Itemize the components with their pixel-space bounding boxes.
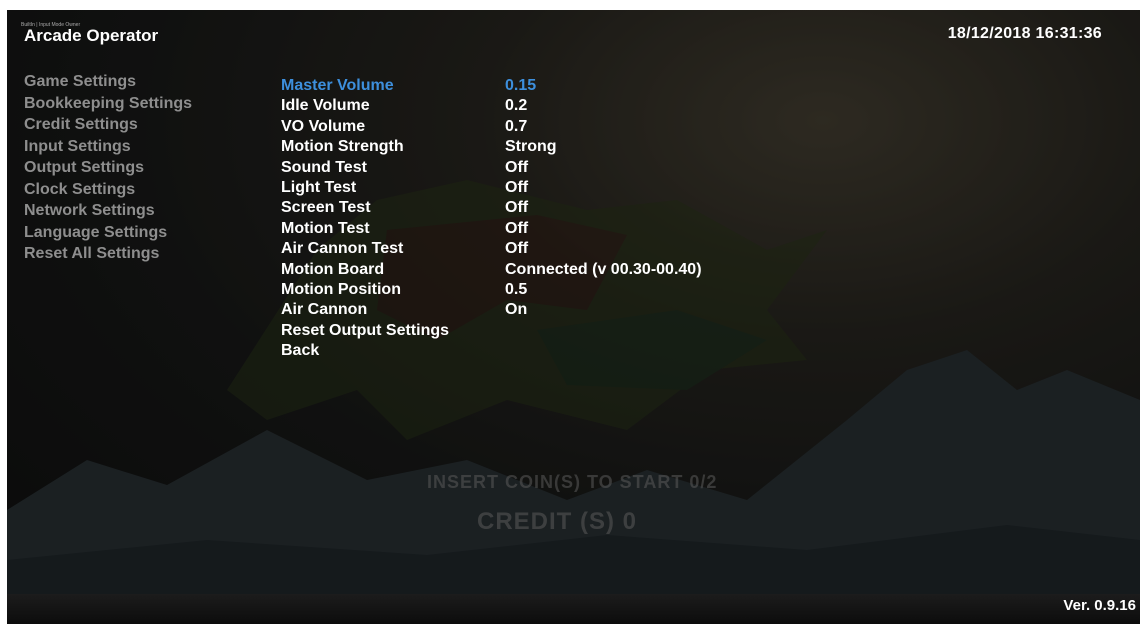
output-settings-labels: Master Volume Idle Volume VO Volume Moti… (281, 76, 449, 362)
value-motion-board: Connected (v 00.30-00.40) (505, 260, 702, 278)
value-sound-test[interactable]: Off (505, 158, 702, 178)
back-button[interactable]: Back (281, 341, 449, 361)
value-light-test[interactable]: Off (505, 178, 702, 198)
game-screen: INSERT COIN(S) TO START 0/2 CREDIT (S) 0… (7, 10, 1140, 624)
value-air-cannon-test[interactable]: Off (505, 239, 702, 259)
setting-motion-board[interactable]: Motion Board (281, 260, 449, 280)
datetime-display: 18/12/2018 16:31:36 (947, 25, 1102, 42)
value-idle-volume[interactable]: 0.2 (505, 96, 702, 116)
value-motion-test[interactable]: Off (505, 219, 702, 239)
category-credit-settings[interactable]: Credit Settings (24, 114, 192, 136)
output-settings-values: 0.15 0.2 0.7 Strong Off Off Off Off Off … (505, 76, 702, 321)
value-motion-strength[interactable]: Strong (505, 137, 702, 157)
category-input-settings[interactable]: Input Settings (24, 136, 192, 158)
settings-category-menu: Game Settings Bookkeeping Settings Credi… (24, 71, 192, 265)
setting-motion-strength[interactable]: Motion Strength (281, 137, 449, 157)
setting-air-cannon-test[interactable]: Air Cannon Test (281, 239, 449, 259)
category-clock-settings[interactable]: Clock Settings (24, 179, 192, 201)
app-title: Arcade Operator (24, 26, 159, 45)
version-label: Ver. 0.9.16 (1063, 597, 1136, 614)
setting-sound-test[interactable]: Sound Test (281, 158, 449, 178)
category-reset-all-settings[interactable]: Reset All Settings (24, 243, 192, 265)
setting-light-test[interactable]: Light Test (281, 178, 449, 198)
setting-master-volume[interactable]: Master Volume (281, 76, 449, 96)
value-motion-position[interactable]: 0.5 (505, 280, 702, 300)
value-vo-volume[interactable]: 0.7 (505, 117, 702, 137)
category-output-settings[interactable]: Output Settings (24, 157, 192, 179)
attract-credit-text: CREDIT (S) 0 (477, 508, 638, 535)
value-screen-test[interactable]: Off (505, 198, 702, 218)
category-network-settings[interactable]: Network Settings (24, 200, 192, 222)
setting-idle-volume[interactable]: Idle Volume (281, 96, 449, 116)
value-air-cannon[interactable]: On (505, 300, 702, 320)
setting-motion-position[interactable]: Motion Position (281, 280, 449, 300)
attract-insert-coin-text: INSERT COIN(S) TO START 0/2 (427, 472, 718, 492)
reset-output-settings-button[interactable]: Reset Output Settings (281, 321, 449, 341)
value-master-volume[interactable]: 0.15 (505, 76, 702, 96)
category-game-settings[interactable]: Game Settings (24, 71, 192, 93)
category-language-settings[interactable]: Language Settings (24, 222, 192, 244)
setting-vo-volume[interactable]: VO Volume (281, 117, 449, 137)
bottom-strip (7, 594, 1140, 624)
setting-screen-test[interactable]: Screen Test (281, 198, 449, 218)
setting-motion-test[interactable]: Motion Test (281, 219, 449, 239)
setting-air-cannon[interactable]: Air Cannon (281, 300, 449, 320)
category-bookkeeping-settings[interactable]: Bookkeeping Settings (24, 93, 192, 115)
